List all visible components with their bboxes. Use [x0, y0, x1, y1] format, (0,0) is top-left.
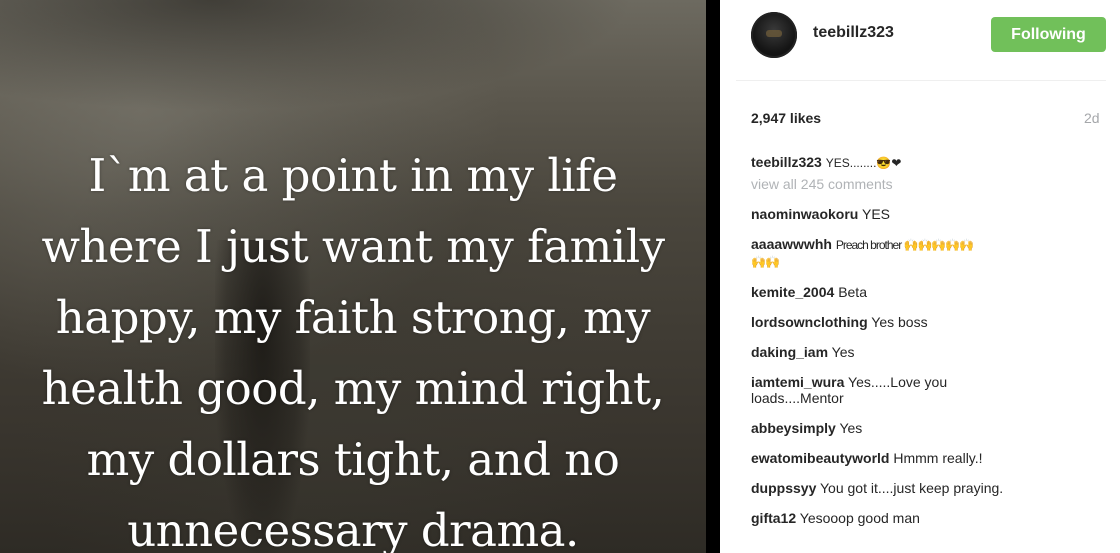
comment-text-continued: loads....Mentor — [751, 390, 844, 406]
comment-username[interactable]: iamtemi_wura — [751, 374, 844, 390]
comment: daking_iam Yes — [751, 344, 1111, 360]
comment: iamtemi_wura Yes.....Love you loads....M… — [751, 374, 1111, 406]
comment: ewatomibeautyworld Hmmm really.! — [751, 450, 1111, 466]
caption-username[interactable]: teebillz323 — [751, 154, 822, 170]
comment-text: Yes — [831, 344, 855, 360]
comment-text: Yes.....Love you — [848, 374, 948, 390]
post-photo: I`m at a point in my life where I just w… — [0, 0, 706, 553]
comment: abbeysimply Yes — [751, 420, 1111, 436]
caption-text: YES........😎❤ — [825, 156, 902, 170]
caption: teebillz323 YES........😎❤ — [751, 154, 1111, 171]
avatar[interactable] — [751, 12, 797, 58]
author-username[interactable]: teebillz323 — [813, 24, 894, 42]
comment-text-continued: 🙌🙌 — [751, 255, 780, 269]
comment-text: You got it....just keep praying. — [820, 480, 1004, 496]
quote-line: where I just want my family — [41, 220, 665, 273]
comment-username[interactable]: lordsownclothing — [751, 314, 868, 330]
quote-line: health good, my mind right, — [41, 362, 665, 415]
quote-line: happy, my faith strong, my — [55, 291, 651, 344]
comment-text: Yes boss — [871, 314, 928, 330]
comment-username[interactable]: aaaawwwhh — [751, 236, 832, 252]
comment-username[interactable]: naominwaokoru — [751, 206, 858, 222]
comment: kemite_2004 Beta — [751, 284, 1111, 300]
comment: gifta12 Yesooop good man — [751, 510, 1111, 526]
comment-text: Beta — [838, 284, 867, 300]
likes-count[interactable]: 2,947 likes — [751, 110, 821, 126]
comment: lordsownclothing Yes boss — [751, 314, 1111, 330]
comment-username[interactable]: abbeysimply — [751, 420, 836, 436]
comments-list: teebillz323 YES........😎❤ view all 245 c… — [751, 154, 1111, 540]
comment-text: Preach brother 🙌🙌🙌🙌🙌 — [835, 238, 974, 252]
quote-line: I`m at a point in my life — [88, 149, 618, 202]
comment-username[interactable]: duppssyy — [751, 480, 816, 496]
comment-username[interactable]: ewatomibeautyworld — [751, 450, 889, 466]
comment-text: Hmmm really.! — [893, 450, 983, 466]
following-button[interactable]: Following — [991, 17, 1106, 52]
post-header: teebillz323 Following — [720, 0, 1120, 80]
background-trees — [0, 0, 706, 130]
view-all-comments-link[interactable]: view all 245 comments — [751, 176, 1111, 192]
comment: duppssyy You got it....just keep praying… — [751, 480, 1111, 496]
comment: aaaawwwhh Preach brother 🙌🙌🙌🙌🙌 🙌🙌 — [751, 236, 1111, 270]
comment: naominwaokoru YES — [751, 206, 1111, 222]
post-sidebar: teebillz323 Following 2,947 likes 2d tee… — [720, 0, 1120, 553]
header-divider — [736, 80, 1106, 81]
comment-username[interactable]: kemite_2004 — [751, 284, 834, 300]
divider — [706, 0, 720, 553]
post-age[interactable]: 2d — [1084, 110, 1100, 126]
quote-line: unnecessary drama. — [127, 504, 579, 553]
comment-text: Yes — [839, 420, 863, 436]
comment-username[interactable]: daking_iam — [751, 344, 828, 360]
comment-text: Yesooop good man — [799, 510, 920, 526]
comment-username[interactable]: gifta12 — [751, 510, 796, 526]
quote-line: my dollars tight, and no — [86, 433, 620, 486]
comment-text: YES — [862, 206, 891, 222]
quote-text: I`m at a point in my life where I just w… — [0, 140, 706, 553]
